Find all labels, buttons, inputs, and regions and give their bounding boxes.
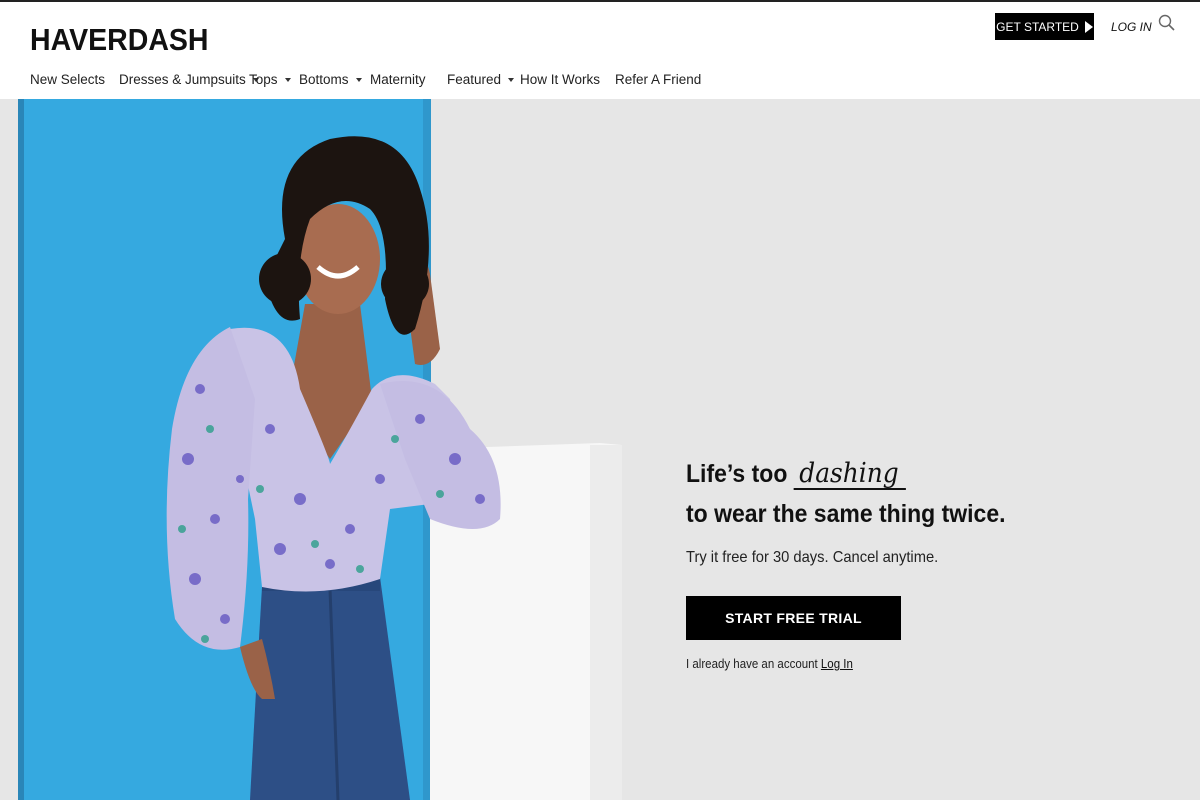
chevron-down-icon (284, 77, 291, 82)
start-free-trial-button[interactable]: START FREE TRIAL (686, 596, 901, 640)
site-header: HAVERDASH GET STARTED LOG IN New Selects… (0, 2, 1200, 99)
play-icon (1084, 20, 1093, 33)
nav-item-featured[interactable]: Featured (447, 72, 515, 87)
nav-item-dresses-jumpsuits[interactable]: Dresses & Jumpsuits (119, 72, 259, 87)
nav-item-label: Featured (447, 72, 502, 87)
login-link[interactable]: LOG IN (1111, 20, 1152, 34)
nav-item-label: Refer A Friend (615, 72, 702, 87)
existing-account-line: I already have an account Log In (686, 657, 853, 671)
existing-account-text: I already have an account (686, 657, 818, 671)
get-started-label: GET STARTED (996, 19, 1079, 34)
main-nav: New Selects Dresses & Jumpsuits Tops Bot… (0, 72, 1200, 96)
get-started-button[interactable]: GET STARTED (995, 13, 1094, 40)
hero-headline: Life’s too dashing to wear the same thin… (686, 454, 1006, 534)
headline-prefix: Life’s too (686, 460, 788, 488)
hero-subline: Try it free for 30 days. Cancel anytime. (686, 549, 939, 566)
nav-item-maternity[interactable]: Maternity (370, 72, 426, 87)
nav-item-label: Tops (249, 72, 278, 87)
brand-logo[interactable]: HAVERDASH (30, 22, 209, 58)
nav-item-label: Dresses & Jumpsuits (119, 72, 246, 87)
nav-item-refer-a-friend[interactable]: Refer A Friend (615, 72, 701, 87)
nav-item-new-selects[interactable]: New Selects (30, 72, 105, 87)
nav-item-how-it-works[interactable]: How It Works (520, 72, 600, 87)
nav-item-bottoms[interactable]: Bottoms (299, 72, 362, 87)
nav-item-label: Bottoms (299, 72, 349, 87)
nav-item-tops[interactable]: Tops (249, 72, 291, 87)
hero-headline-line2: to wear the same thing twice. (686, 500, 1006, 528)
chevron-down-icon (508, 77, 515, 82)
nav-item-label: New Selects (30, 72, 106, 87)
hero-banner: Life’s too dashing to wear the same thin… (0, 99, 1200, 800)
hero-login-link[interactable]: Log In (821, 657, 853, 671)
hero-model-image (0, 99, 1200, 800)
headline-script-word: dashing (793, 460, 906, 490)
search-icon[interactable] (1158, 14, 1176, 32)
nav-item-label: Maternity (370, 72, 426, 87)
hero-headline-line1: Life’s too dashing (686, 454, 1006, 494)
chevron-down-icon (355, 77, 362, 82)
nav-item-label: How It Works (520, 72, 601, 87)
